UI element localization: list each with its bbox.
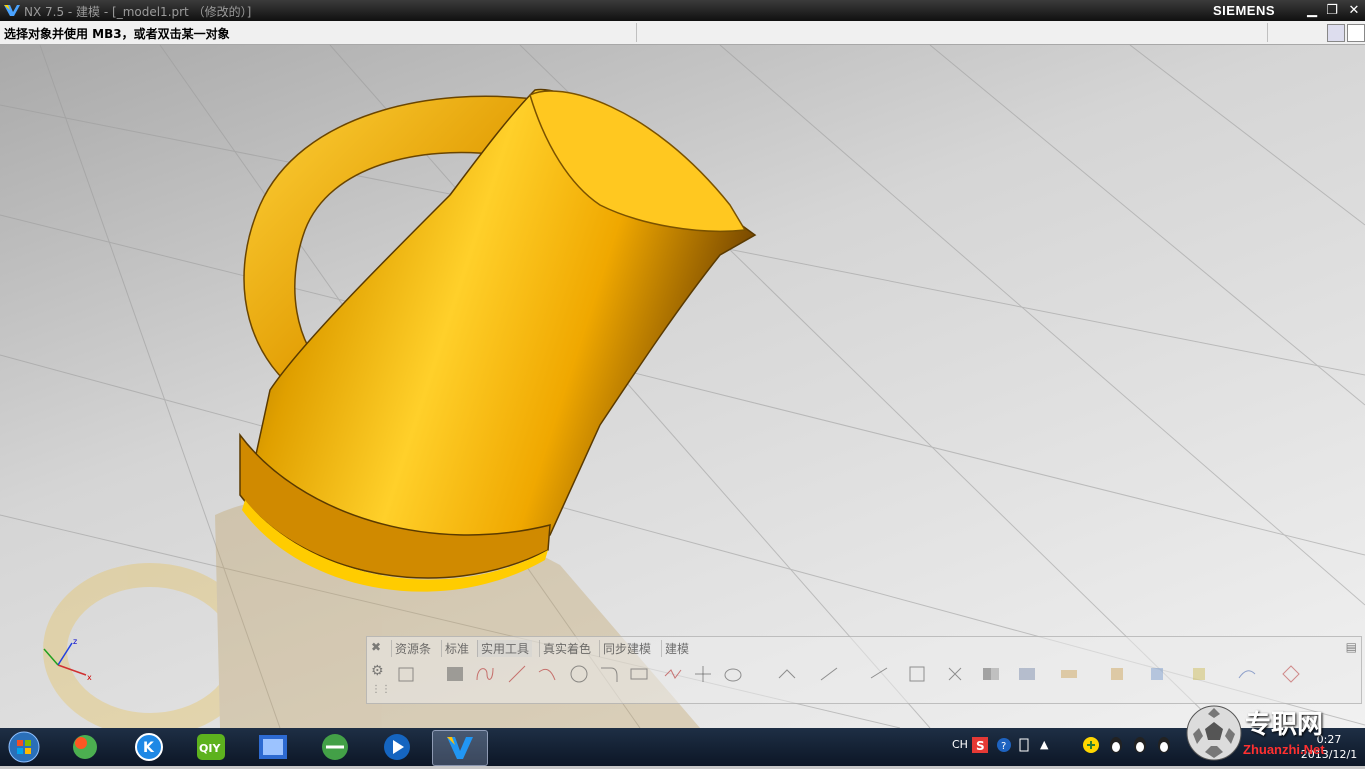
gear-icon[interactable]: ⚙ [371, 663, 384, 679]
tab-resource-bar[interactable]: 资源条 [391, 640, 434, 657]
pad-icon[interactable] [907, 664, 927, 684]
input-settings-icon[interactable] [1018, 737, 1032, 755]
circle-icon[interactable] [569, 664, 589, 684]
model-scene [0, 45, 1365, 728]
revolve-icon[interactable] [723, 664, 743, 684]
iqiyi-app-icon[interactable]: QIY [184, 730, 238, 764]
tab-modeling[interactable]: 建模 [661, 640, 692, 657]
pattern-icon[interactable] [945, 664, 965, 684]
qq-icon[interactable] [1155, 736, 1173, 754]
tab-true-shading[interactable]: 真实着色 [539, 640, 594, 657]
soccer-ball-logo-icon [1186, 705, 1242, 761]
qq-icon[interactable] [1131, 736, 1149, 754]
fillet-icon[interactable] [599, 664, 619, 684]
cue-line-text: 选择对象并使用 MB3，或者双击某一对象 [4, 27, 230, 41]
windows-start-button[interactable] [4, 730, 44, 764]
profile-icon[interactable] [629, 664, 649, 684]
offset-icon[interactable] [1189, 664, 1209, 684]
blend-icon[interactable] [1017, 664, 1037, 684]
media-player-app-icon[interactable] [370, 730, 424, 764]
close-button[interactable]: ✕ [1345, 2, 1363, 19]
rectangle-icon[interactable] [445, 664, 465, 684]
cue-separator [636, 23, 637, 42]
svg-text:z: z [73, 637, 77, 646]
add-icon[interactable] [1083, 736, 1101, 754]
window-title: NX 7.5 - 建模 - [_model1.prt （修改的）] [24, 5, 252, 19]
windows-taskbar: K QIY CH S ? ▲ 0:27 2013/12/1 [0, 728, 1365, 766]
draft-icon[interactable] [1147, 664, 1167, 684]
toolbar-tabs: 资源条 标准 实用工具 真实着色 同步建模 建模 [367, 637, 1361, 659]
full-screen-icon[interactable] [1327, 24, 1345, 42]
wcs-triad-icon: x z [43, 637, 92, 682]
line-icon[interactable] [507, 664, 527, 684]
browser-app-icon[interactable] [308, 730, 362, 764]
hole-icon[interactable] [777, 664, 797, 684]
studio-spline-icon[interactable] [475, 664, 495, 684]
tab-utility[interactable]: 实用工具 [477, 640, 533, 657]
help-icon[interactable]: ? [996, 737, 1014, 755]
brand-label: SIEMENS [1213, 3, 1276, 18]
svg-text:K: K [143, 740, 155, 756]
show-hidden-icons-icon[interactable]: ▲ [1040, 738, 1048, 751]
svg-text:?: ? [1001, 741, 1006, 752]
nx-logo-icon [4, 5, 20, 16]
qq-icon[interactable] [1107, 736, 1125, 754]
svg-text:QIY: QIY [199, 742, 221, 755]
grid [0, 45, 1365, 728]
watermark-url: Zhuanzhi.Net [1243, 742, 1325, 757]
unite-icon[interactable] [981, 664, 1001, 684]
extrude-icon[interactable] [693, 664, 713, 684]
cue-line-bar: 选择对象并使用 MB3，或者双击某一对象 [0, 21, 1365, 45]
watermark-text: 专职网 [1245, 710, 1324, 740]
mesh-icon[interactable] [1281, 664, 1301, 684]
minimize-button[interactable]: ▁ [1303, 2, 1321, 19]
graphics-viewport[interactable]: x z [0, 45, 1365, 728]
maximize-viewport-icon[interactable] [1347, 24, 1365, 42]
shell-icon[interactable] [1107, 664, 1127, 684]
chamfer-icon[interactable] [1059, 664, 1079, 684]
pocket-icon[interactable] [869, 664, 889, 684]
watermark: 专职网 Zhuanzhi.Net [1183, 702, 1365, 766]
svg-text:x: x [87, 673, 92, 682]
boss-icon[interactable] [819, 664, 839, 684]
film-app-icon[interactable] [246, 730, 300, 764]
language-indicator[interactable]: CH [952, 738, 968, 751]
title-bar: NX 7.5 - 建模 - [_model1.prt （修改的）] SIEMEN… [0, 0, 1365, 21]
restore-button[interactable]: ❐ [1323, 2, 1341, 19]
sketch-icon[interactable] [397, 664, 417, 684]
sogou-input-icon[interactable]: S [972, 737, 990, 755]
kugou-app-icon[interactable]: K [122, 730, 176, 764]
drag-grip-icon[interactable]: ⋮⋮ [371, 684, 391, 695]
tab-standard[interactable]: 标准 [441, 640, 472, 657]
point-icon[interactable] [663, 664, 683, 684]
cue-separator [1267, 23, 1268, 42]
tab-synchronous-modeling[interactable]: 同步建模 [599, 640, 654, 657]
nx-app-icon[interactable] [432, 730, 488, 766]
arc-icon[interactable] [537, 664, 557, 684]
svg-text:S: S [976, 739, 985, 753]
floating-toolbar[interactable]: ✖ ▤ 资源条 标准 实用工具 真实着色 同步建模 建模 ⚙ ⋮⋮ [366, 636, 1362, 704]
kde-app-icon[interactable] [58, 730, 112, 764]
surface-icon[interactable] [1237, 664, 1257, 684]
